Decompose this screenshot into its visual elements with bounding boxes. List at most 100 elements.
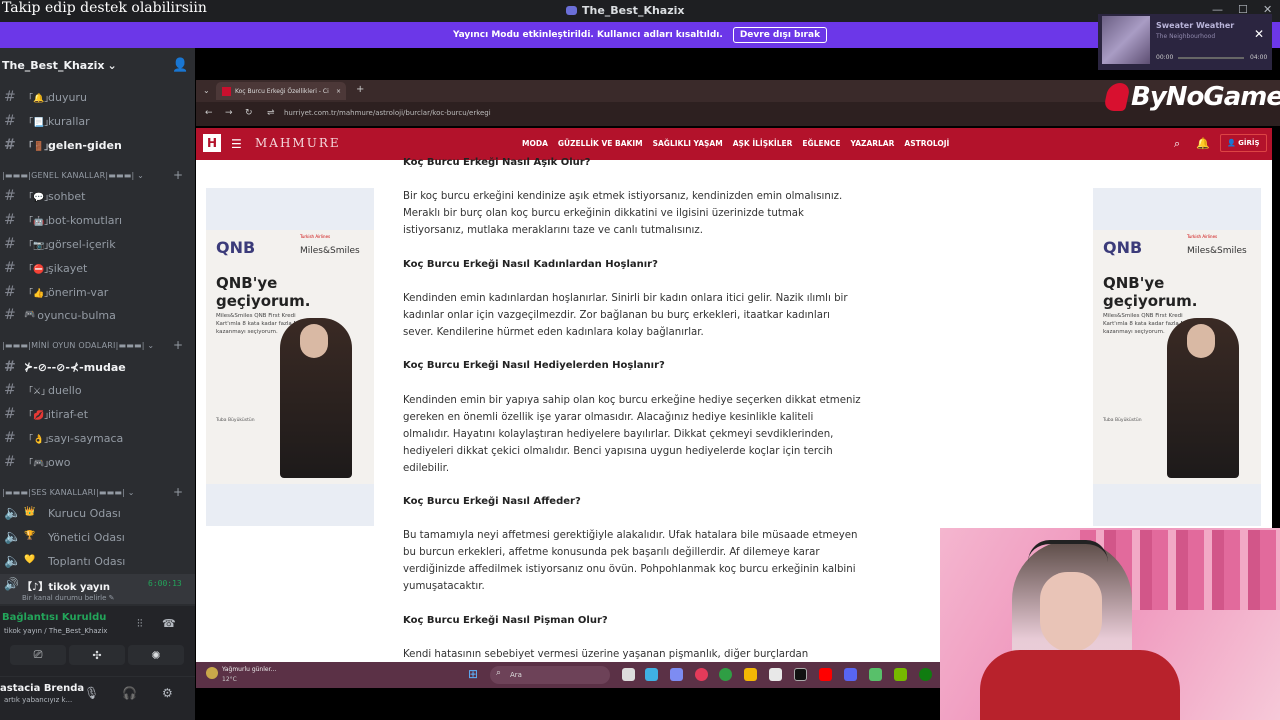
airline-logo: Turkish Airlines (300, 234, 331, 239)
hurriyet-logo-icon[interactable]: H (203, 134, 221, 152)
forward-icon[interactable]: → (225, 108, 233, 118)
app-icon[interactable] (670, 668, 683, 681)
channel-gelen-giden[interactable]: # 「🚪」 gelen-giden (4, 135, 122, 155)
nav-yazarlar[interactable]: YAZARLAR (850, 139, 894, 148)
discord-icon[interactable] (844, 668, 857, 681)
qnb-ad-left[interactable]: QNB Turkish Airlines Miles&Smiles QNB'ye… (206, 188, 374, 526)
nav-eglence[interactable]: EĞLENCE (802, 139, 840, 148)
channel-duello[interactable]: # 「⚔」 duello (4, 380, 82, 400)
app-icon[interactable] (869, 668, 882, 681)
streamer-mode-banner: Yayıncı Modu etkinleştirildi. Kullanıcı … (0, 22, 1280, 48)
username[interactable]: astacia Brenda (0, 683, 84, 694)
voice-channel-kurucu[interactable]: 🔈 👑 Kurucu Odası (4, 503, 121, 523)
nav-ask-iliskiler[interactable]: AŞK İLİŞKİLER (733, 139, 793, 148)
qnb-ad-right[interactable]: QNB Turkish Airlines Miles&Smiles QNB'ye… (1093, 188, 1261, 526)
activities-icon: ✣ (92, 648, 102, 662)
channel-emoji: 「👌」 (24, 435, 54, 445)
nav-moda[interactable]: MODA (522, 139, 548, 148)
address-bar[interactable]: hurriyet.com.tr/mahmure/astroloji/burcla… (284, 109, 491, 117)
notification-bell-icon[interactable]: 🔔 (1196, 137, 1210, 150)
qnb-logo: QNB (1103, 238, 1143, 257)
banner-close-icon[interactable]: ✕ (1254, 27, 1264, 41)
channel-label: sohbet (48, 189, 86, 203)
taskbar-search[interactable]: Ara (490, 666, 610, 684)
site-nav: MODA GÜZELLİK VE BAKIM SAĞLIKLI YAŞAM AŞ… (522, 139, 949, 148)
speaker-icon: 🔈 (4, 553, 22, 569)
channel-emoji: 「🎮」 (24, 459, 54, 469)
task-view-icon[interactable] (622, 668, 635, 681)
reload-icon[interactable]: ↻ (245, 108, 253, 118)
login-button[interactable]: 👤 GİRİŞ (1220, 134, 1267, 152)
widgets-icon[interactable] (645, 668, 658, 681)
voice-channel-yonetici[interactable]: 🔈 🏆 Yönetici Odası (4, 527, 125, 547)
youtube-icon[interactable] (819, 668, 832, 681)
nvidia-icon[interactable] (894, 668, 907, 681)
user-icon: 👤 (1227, 139, 1239, 147)
text-channel-icon: # (4, 212, 16, 228)
channel-status-set[interactable]: Bir kanal durumu belirle ✎ (22, 594, 115, 602)
settings-gear-icon[interactable]: ⚙ (162, 686, 173, 700)
nav-saglikli-yasam[interactable]: SAĞLIKLI YAŞAM (653, 139, 723, 148)
text-channel-icon: # (4, 430, 16, 446)
app-icon[interactable] (695, 668, 708, 681)
browser-tab[interactable]: Koç Burcu Erkeği Özellikleri - Ci × (216, 82, 346, 100)
add-channel-icon[interactable]: + (173, 338, 183, 352)
channel-emoji: 「📃」 (24, 118, 54, 128)
activities-button[interactable]: ✣ (69, 645, 125, 665)
ad-headline: QNB'ye geçiyorum. (1103, 274, 1198, 310)
channel-onerim-var[interactable]: # 「👍」 önerim-var (4, 282, 108, 302)
channel-itiraf-et[interactable]: # 「💋」 itiraf-et (4, 404, 88, 424)
channel-emoji: 「📷」 (24, 241, 54, 251)
channel-duyuru[interactable]: # 「🔔」 duyuru (4, 87, 87, 107)
category-general[interactable]: |▬▬▬|GENEL KANALLAR|▬▬▬| ⌄ (2, 171, 144, 180)
nav-astroloji[interactable]: ASTROLOJİ (904, 139, 949, 148)
disconnect-icon[interactable]: ☎ (162, 617, 176, 630)
channel-owo[interactable]: # 「🎮」 owo (4, 452, 70, 472)
add-channel-icon[interactable]: + (173, 168, 183, 182)
weather-icon[interactable] (206, 667, 218, 679)
add-channel-icon[interactable]: + (173, 485, 183, 499)
channel-sayi-saymaca[interactable]: # 「👌」 sayı-saymaca (4, 428, 123, 448)
site-info-icon[interactable]: ⇌ (267, 108, 275, 118)
soundboard-button[interactable]: ✺ (128, 645, 184, 665)
category-voice[interactable]: |▬▬▬|SES KANALLARI|▬▬▬| ⌄ (2, 488, 135, 497)
weather-text[interactable]: Yağmurlu günler... (222, 666, 276, 673)
server-name: The_Best_Khazix (2, 59, 105, 72)
user-status: artık yabancıyız k... (4, 696, 73, 704)
channel-oyuncu-bulma[interactable]: # 🎮 oyuncu-bulma (4, 305, 116, 325)
new-tab-icon[interactable]: + (356, 84, 364, 95)
channel-kurallar[interactable]: # 「📃」 kurallar (4, 111, 90, 131)
app-icon[interactable] (769, 668, 782, 681)
disable-streamer-mode-button[interactable]: Devre dışı bırak (732, 27, 828, 43)
headphones-icon[interactable]: 🎧 (122, 686, 137, 700)
voice-channel-toplanti[interactable]: 🔈 💛 Toplantı Odası (4, 551, 125, 571)
channel-gorsel-icerik[interactable]: # 「📷」 görsel-içerik (4, 234, 116, 254)
file-explorer-icon[interactable] (744, 668, 757, 681)
hamburger-menu-icon[interactable]: ☰ (231, 137, 242, 151)
noise-suppression-icon[interactable]: ⫶⫶ (137, 617, 143, 631)
channel-bot-komutlari[interactable]: # 「🤖」 bot-komutları (4, 210, 122, 230)
chrome-icon[interactable] (719, 668, 732, 681)
connection-status[interactable]: Bağlantısı Kuruldu (2, 612, 106, 623)
channel-sikayet[interactable]: # 「⛔」 şikayet (4, 258, 87, 278)
soundboard-icon: ✺ (151, 648, 161, 662)
xbox-icon[interactable] (919, 668, 932, 681)
invite-member-icon[interactable]: 👤 (172, 58, 188, 73)
microphone-icon[interactable]: 🎙 (84, 686, 99, 700)
search-icon[interactable]: ⌕ (1174, 137, 1180, 151)
tab-search-icon[interactable]: ⌄ (203, 86, 210, 95)
tiktok-icon[interactable] (794, 668, 807, 681)
channel-mudae[interactable]: # ⊁-⊘--⊘-⊀-mudae (4, 357, 126, 377)
mahmure-logo[interactable]: MAHMURE (255, 136, 341, 150)
back-icon[interactable]: ← (205, 108, 213, 118)
channel-sohbet[interactable]: # 「💬」 sohbet (4, 186, 86, 206)
category-mini-games[interactable]: |▬▬▬|MİNİ OYUN ODALARI|▬▬▬| ⌄ (2, 341, 154, 350)
banner-text: Yayıncı Modu etkinleştirildi. Kullanıcı … (452, 30, 723, 40)
tab-close-icon[interactable]: × (336, 88, 341, 95)
qnb-logo: QNB (216, 238, 256, 257)
section-heading: Koç Burcu Erkeği Nasıl Aşık Olur? (403, 157, 591, 168)
nav-guzellik[interactable]: GÜZELLİK VE BAKIM (558, 139, 643, 148)
server-name-header[interactable]: The_Best_Khazix ⌄ (2, 59, 117, 72)
windows-start-icon[interactable]: ⊞ (468, 667, 478, 681)
screen-share-button[interactable]: ⎚ (10, 645, 66, 665)
